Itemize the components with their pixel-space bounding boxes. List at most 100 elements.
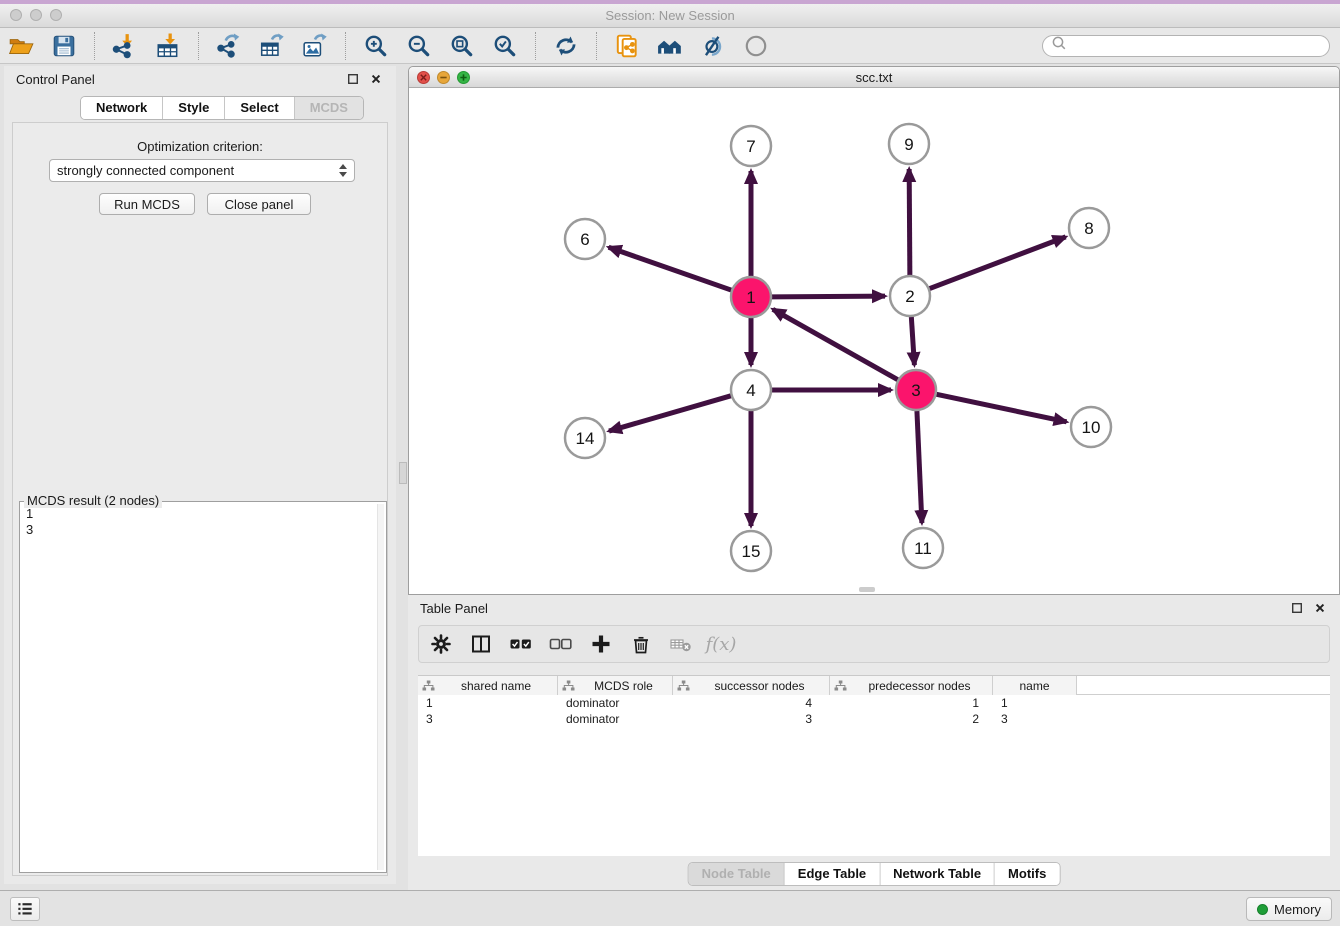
node-1[interactable]: 1 [731,277,771,317]
task-history-button[interactable] [10,897,40,921]
column-header-mcds-role[interactable]: MCDS role [558,676,673,695]
edge-2-9[interactable] [909,169,910,275]
canvas-scroll-nub[interactable] [859,587,875,592]
table-row[interactable]: 1dominator411 [418,695,1330,711]
node-7[interactable]: 7 [731,126,771,166]
column-header-predecessor-nodes[interactable]: predecessor nodes [830,676,993,695]
column-header-shared-name[interactable]: shared name [418,676,558,695]
search-box[interactable] [1042,35,1330,57]
clone-network-icon[interactable] [612,31,642,61]
show-hide-panel-eye-icon[interactable] [741,31,771,61]
mcds-result-text[interactable]: 1 3 [26,506,372,868]
node-table[interactable]: shared name MCDS role successor nodesprede… [418,675,1330,856]
table-settings-gear-icon[interactable] [429,632,453,656]
node-9[interactable]: 9 [889,124,929,164]
home-icon[interactable] [655,31,685,61]
zoom-selected-icon[interactable] [490,31,520,61]
tab-network-table[interactable]: Network Table [880,863,995,885]
open-session-icon[interactable] [6,31,36,61]
hide-network-icon[interactable] [698,31,728,61]
network-canvas[interactable]: 7 9 6 8 1 2 4 3 14 10 15 11 [409,88,1339,593]
save-session-icon[interactable] [49,31,79,61]
column-header-successor-nodes[interactable]: successor nodes [673,676,830,695]
edge-1-6[interactable] [609,247,732,290]
cell-predecessor-nodes[interactable]: 2 [830,711,993,727]
edge-4-14[interactable] [609,396,731,431]
zoom-out-icon[interactable] [404,31,434,61]
network-window-titlebar[interactable]: scc.txt [409,67,1339,88]
svg-text:9: 9 [904,135,913,154]
cell-successor-nodes[interactable]: 3 [673,711,830,727]
tab-mcds[interactable]: MCDS [295,97,363,119]
cell-predecessor-nodes[interactable]: 1 [830,695,993,711]
cell-shared-name[interactable]: 3 [418,711,558,727]
edge-1-2[interactable] [772,296,885,297]
result-scrollbar[interactable] [377,504,384,870]
node-11[interactable]: 11 [903,528,943,568]
export-network-icon[interactable] [214,31,244,61]
export-image-icon[interactable] [300,31,330,61]
cell-mcds-role[interactable]: dominator [558,711,673,727]
panel-split-divider[interactable] [399,66,407,884]
node-10[interactable]: 10 [1071,407,1111,447]
minimize-window-button[interactable] [30,9,42,21]
column-header-name[interactable]: name [993,676,1077,695]
node-14[interactable]: 14 [565,418,605,458]
tab-style[interactable]: Style [163,97,225,119]
zoom-fit-icon[interactable] [447,31,477,61]
tab-edge-table[interactable]: Edge Table [785,863,880,885]
network-view-title: scc.txt [856,70,893,85]
node-6[interactable]: 6 [565,219,605,259]
split-handle[interactable] [399,462,407,484]
import-table-icon[interactable] [153,31,183,61]
cell-shared-name[interactable]: 1 [418,695,558,711]
maximize-window-button[interactable] [50,9,62,21]
node-2[interactable]: 2 [890,276,930,316]
unselect-all-columns-icon[interactable] [549,632,573,656]
network-window-controls[interactable] [417,71,470,84]
export-table-icon[interactable] [257,31,287,61]
tab-select[interactable]: Select [225,97,294,119]
show-column-panel-icon[interactable] [469,632,493,656]
minimize-view-button[interactable] [437,71,450,84]
edge-2-8[interactable] [930,237,1066,289]
search-input[interactable] [1068,37,1322,55]
node-4[interactable]: 4 [731,370,771,410]
zoom-in-icon[interactable] [361,31,391,61]
close-window-button[interactable] [10,9,22,21]
float-table-panel-icon[interactable] [1289,600,1305,616]
column-label: MCDS role [579,679,668,693]
node-3[interactable]: 3 [896,370,936,410]
tab-network[interactable]: Network [81,97,163,119]
network-graph[interactable]: 7 9 6 8 1 2 4 3 14 10 15 11 [409,88,1339,593]
edge-3-10[interactable] [937,394,1067,421]
import-network-icon[interactable] [110,31,140,61]
tab-motifs[interactable]: Motifs [995,863,1059,885]
create-column-plus-icon[interactable] [589,632,613,656]
close-panel-button[interactable]: Close panel [207,193,311,215]
close-panel-icon[interactable] [368,71,384,87]
table-row[interactable]: 3dominator323 [418,711,1330,727]
apply-layout-icon[interactable] [551,31,581,61]
delete-column-trash-icon[interactable] [629,632,653,656]
criterion-select[interactable]: strongly connected component [49,159,355,182]
cell-name[interactable]: 1 [993,695,1077,711]
edge-2-3[interactable] [911,317,914,365]
window-controls[interactable] [10,9,62,21]
toolbar-separator [596,32,597,60]
cell-successor-nodes[interactable]: 4 [673,695,830,711]
close-table-panel-icon[interactable] [1312,600,1328,616]
edge-3-1[interactable] [773,309,898,379]
select-all-columns-icon[interactable] [509,632,533,656]
close-view-button[interactable] [417,71,430,84]
cell-name[interactable]: 3 [993,711,1077,727]
run-mcds-button[interactable]: Run MCDS [99,193,195,215]
maximize-view-button[interactable] [457,71,470,84]
tab-node-table[interactable]: Node Table [689,863,785,885]
memory-button[interactable]: Memory [1246,897,1332,921]
float-panel-icon[interactable] [345,71,361,87]
cell-mcds-role[interactable]: dominator [558,695,673,711]
node-8[interactable]: 8 [1069,208,1109,248]
edge-3-11[interactable] [917,411,922,523]
node-15[interactable]: 15 [731,531,771,571]
